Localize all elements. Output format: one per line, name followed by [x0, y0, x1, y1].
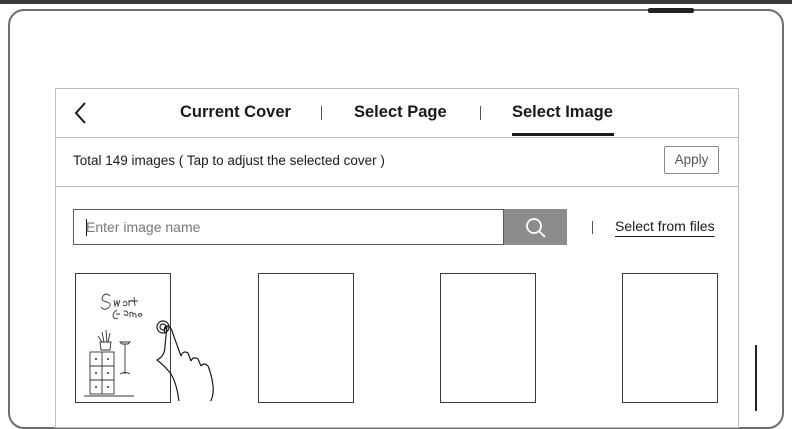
text-cursor	[86, 219, 87, 236]
tab-select-page[interactable]: Select Page	[354, 103, 447, 122]
image-thumbnail[interactable]	[440, 273, 536, 403]
search-icon	[526, 218, 546, 238]
screen: Current Cover Select Page Select Image T…	[0, 0, 792, 429]
cover-picker-dialog: Current Cover Select Page Select Image T…	[55, 88, 739, 428]
info-row: Total 149 images ( Tap to adjust the sel…	[56, 137, 738, 187]
search-input[interactable]	[74, 210, 494, 244]
search-button[interactable]	[504, 209, 567, 245]
tab-current-cover[interactable]: Current Cover	[180, 103, 291, 122]
image-thumbnail[interactable]	[258, 273, 354, 403]
smart-home-sketch-image	[84, 293, 143, 397]
tab-separator	[480, 106, 481, 120]
tab-separator	[321, 106, 322, 120]
select-from-files-link[interactable]: Select from files	[615, 218, 715, 234]
top-divider	[0, 0, 792, 4]
apply-button[interactable]: Apply	[664, 146, 719, 174]
image-thumbnail[interactable]	[75, 273, 171, 403]
status-indicator	[648, 8, 694, 13]
image-thumbnail[interactable]	[622, 273, 718, 403]
tab-bar: Current Cover Select Page Select Image	[56, 89, 738, 138]
active-tab-indicator	[512, 133, 614, 136]
scroll-indicator	[755, 345, 757, 411]
back-button[interactable]	[70, 99, 94, 127]
search-field[interactable]	[73, 209, 504, 245]
chevron-left-icon	[74, 102, 86, 124]
tab-select-image[interactable]: Select Image	[512, 103, 613, 122]
image-count-text: Total 149 images ( Tap to adjust the sel…	[73, 153, 385, 168]
files-separator	[592, 221, 593, 234]
